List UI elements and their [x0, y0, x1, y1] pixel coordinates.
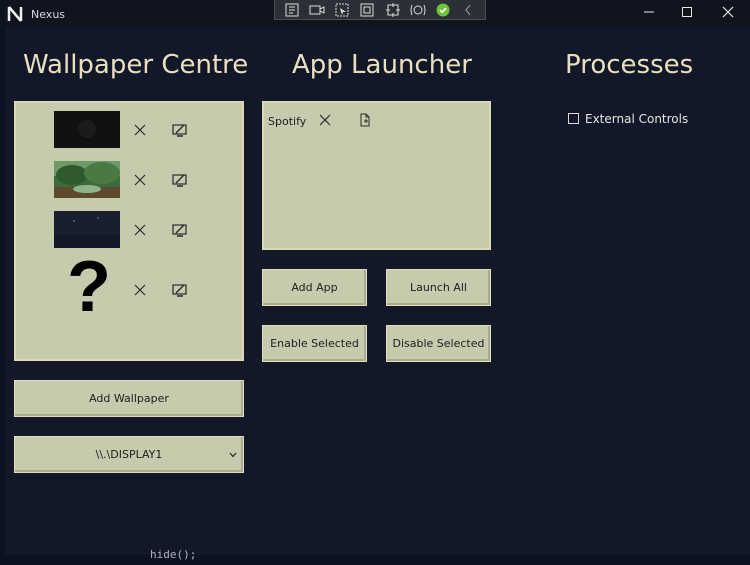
external-controls-checkbox[interactable]	[568, 113, 579, 124]
wallpaper-centre-heading: Wallpaper Centre	[23, 50, 249, 80]
set-wallpaper-icon[interactable]	[172, 172, 188, 188]
launch-all-button[interactable]: Launch All	[386, 269, 491, 306]
add-wallpaper-button[interactable]: Add Wallpaper	[14, 380, 244, 417]
remove-wallpaper-icon[interactable]	[132, 282, 148, 298]
processes-heading: Processes	[565, 50, 694, 80]
background-code-text: hide();	[150, 548, 197, 561]
select-element-icon[interactable]	[334, 2, 350, 18]
close-icon	[722, 6, 734, 18]
track-focus-icon[interactable]	[385, 2, 401, 18]
live-tree-icon[interactable]	[284, 2, 300, 18]
wallpaper-thumbnail-night[interactable]	[54, 211, 120, 248]
wallpaper-placeholder[interactable]: ?	[64, 249, 114, 325]
browse-file-icon[interactable]	[358, 113, 372, 127]
remove-wallpaper-icon[interactable]	[132, 172, 148, 188]
nexus-logo-icon	[7, 6, 23, 22]
wallpaper-thumbnail-dark[interactable]	[54, 111, 120, 148]
set-wallpaper-icon[interactable]	[172, 222, 188, 238]
collapse-toolbar-icon[interactable]	[460, 2, 476, 18]
minimize-button[interactable]	[635, 4, 663, 24]
display-select-value: \\.\DISPLAY1	[95, 448, 163, 461]
display-select[interactable]: \\.\DISPLAY1	[14, 436, 244, 473]
chevron-down-icon	[229, 452, 237, 458]
wallpaper-thumbnail-forest[interactable]	[54, 161, 120, 198]
app-list: Spotify	[262, 101, 491, 250]
wallpaper-list: ?	[14, 101, 244, 361]
disable-selected-button[interactable]: Disable Selected	[386, 325, 491, 362]
debug-toolbar	[274, 0, 486, 20]
maximize-button[interactable]	[673, 4, 701, 24]
maximize-icon	[682, 7, 692, 17]
external-controls-label: External Controls	[585, 112, 689, 126]
layout-adorner-icon[interactable]	[359, 2, 375, 18]
window-title: Nexus	[31, 8, 66, 21]
app-name: Spotify	[268, 115, 307, 128]
status-ok-icon	[435, 2, 451, 18]
set-wallpaper-icon[interactable]	[172, 122, 188, 138]
remove-app-icon[interactable]	[318, 113, 332, 127]
set-wallpaper-icon[interactable]	[172, 282, 188, 298]
video-record-icon[interactable]	[309, 2, 325, 18]
minimize-icon	[644, 11, 654, 13]
close-button[interactable]	[714, 4, 742, 24]
app-launcher-heading: App Launcher	[292, 50, 472, 80]
remove-wallpaper-icon[interactable]	[132, 122, 148, 138]
enable-selected-button[interactable]: Enable Selected	[262, 325, 367, 362]
add-app-button[interactable]: Add App	[262, 269, 367, 306]
hot-reload-icon[interactable]	[410, 2, 426, 18]
app-window: Nexus Wallpaper Centre App Launcher Proc…	[5, 0, 750, 555]
list-item[interactable]: Spotify	[268, 113, 398, 133]
remove-wallpaper-icon[interactable]	[132, 222, 148, 238]
